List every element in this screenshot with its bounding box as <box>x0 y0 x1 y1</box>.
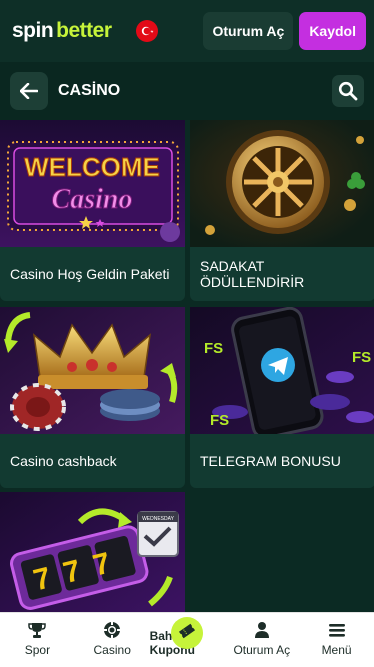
top-header: spin better Oturum Aç Kaydol <box>0 0 374 62</box>
turkey-flag-icon[interactable] <box>135 20 158 42</box>
nav-item-bet-slip[interactable]: Bahis Kuponu <box>150 613 225 667</box>
promo-image-cashback <box>0 307 185 434</box>
arrow-left-icon <box>20 83 38 99</box>
logo-better-text: better <box>56 19 112 42</box>
promo-title: SADAKAT ÖDÜLLENDİRİR <box>200 258 305 290</box>
menu-icon <box>328 624 345 637</box>
promo-card-welcome[interactable]: WELCOME Casino Casino Hoş Geldin Paketi <box>0 120 185 301</box>
promo-image-wednesday: 777 WEDNESDAY <box>0 492 185 612</box>
promotions-grid: WELCOME Casino Casino Hoş Geldin Paketi <box>0 120 374 612</box>
nav-item-menu[interactable]: Menü <box>299 613 374 667</box>
promo-title: TELEGRAM BONUSU <box>200 453 341 469</box>
casino-image-text: Casino <box>52 184 133 215</box>
casino-chip-icon <box>104 622 121 638</box>
ticket-icon <box>178 623 196 639</box>
promo-card-telegram[interactable]: FS FS FS TELEGRAM BONUSU <box>190 307 374 488</box>
promo-image-welcome: WELCOME Casino <box>0 120 185 247</box>
trophy-icon <box>28 623 47 638</box>
fs-badge-text: FS <box>210 412 229 429</box>
back-button[interactable] <box>10 72 48 110</box>
bottom-navigation: Spor Casino Bahis Kuponu Oturum Aç Menü <box>0 612 374 667</box>
register-button[interactable]: Kaydol <box>299 12 366 50</box>
brand-logo[interactable]: spin better <box>12 19 112 43</box>
promo-title: Casino Hoş Geldin Paketi <box>10 266 170 282</box>
logo-spin-text: spin <box>12 19 54 42</box>
user-icon <box>254 622 269 638</box>
search-button[interactable] <box>332 75 364 107</box>
search-icon <box>338 81 358 101</box>
bet-slip-badge <box>170 617 203 649</box>
nav-label: Spor <box>24 643 51 657</box>
welcome-image-text: WELCOME <box>24 152 160 182</box>
nav-label: Menü <box>321 643 352 657</box>
fs-badge-text: FS <box>204 340 223 357</box>
nav-label: Casino <box>93 643 131 657</box>
promo-card-cashback[interactable]: Casino cashback <box>0 307 185 488</box>
login-button[interactable]: Oturum Aç <box>203 12 294 50</box>
nav-item-casino[interactable]: Casino <box>75 613 150 667</box>
nav-item-spor[interactable]: Spor <box>0 613 75 667</box>
wednesday-calendar-text: WEDNESDAY <box>142 516 175 522</box>
fs-badge-text: FS <box>352 349 371 366</box>
promo-image-loyalty <box>190 120 374 247</box>
promo-title: Casino cashback <box>10 453 117 469</box>
promo-image-telegram: FS FS FS <box>190 307 374 434</box>
nav-label: Oturum Aç <box>233 643 291 657</box>
page-title: CASİNO <box>58 82 121 99</box>
section-bar: CASİNO <box>0 62 374 120</box>
promo-card-wednesday[interactable]: 777 WEDNESDAY <box>0 492 185 612</box>
promo-card-loyalty[interactable]: SADAKAT ÖDÜLLENDİRİR <box>190 120 374 301</box>
nav-item-login[interactable]: Oturum Aç <box>224 613 299 667</box>
